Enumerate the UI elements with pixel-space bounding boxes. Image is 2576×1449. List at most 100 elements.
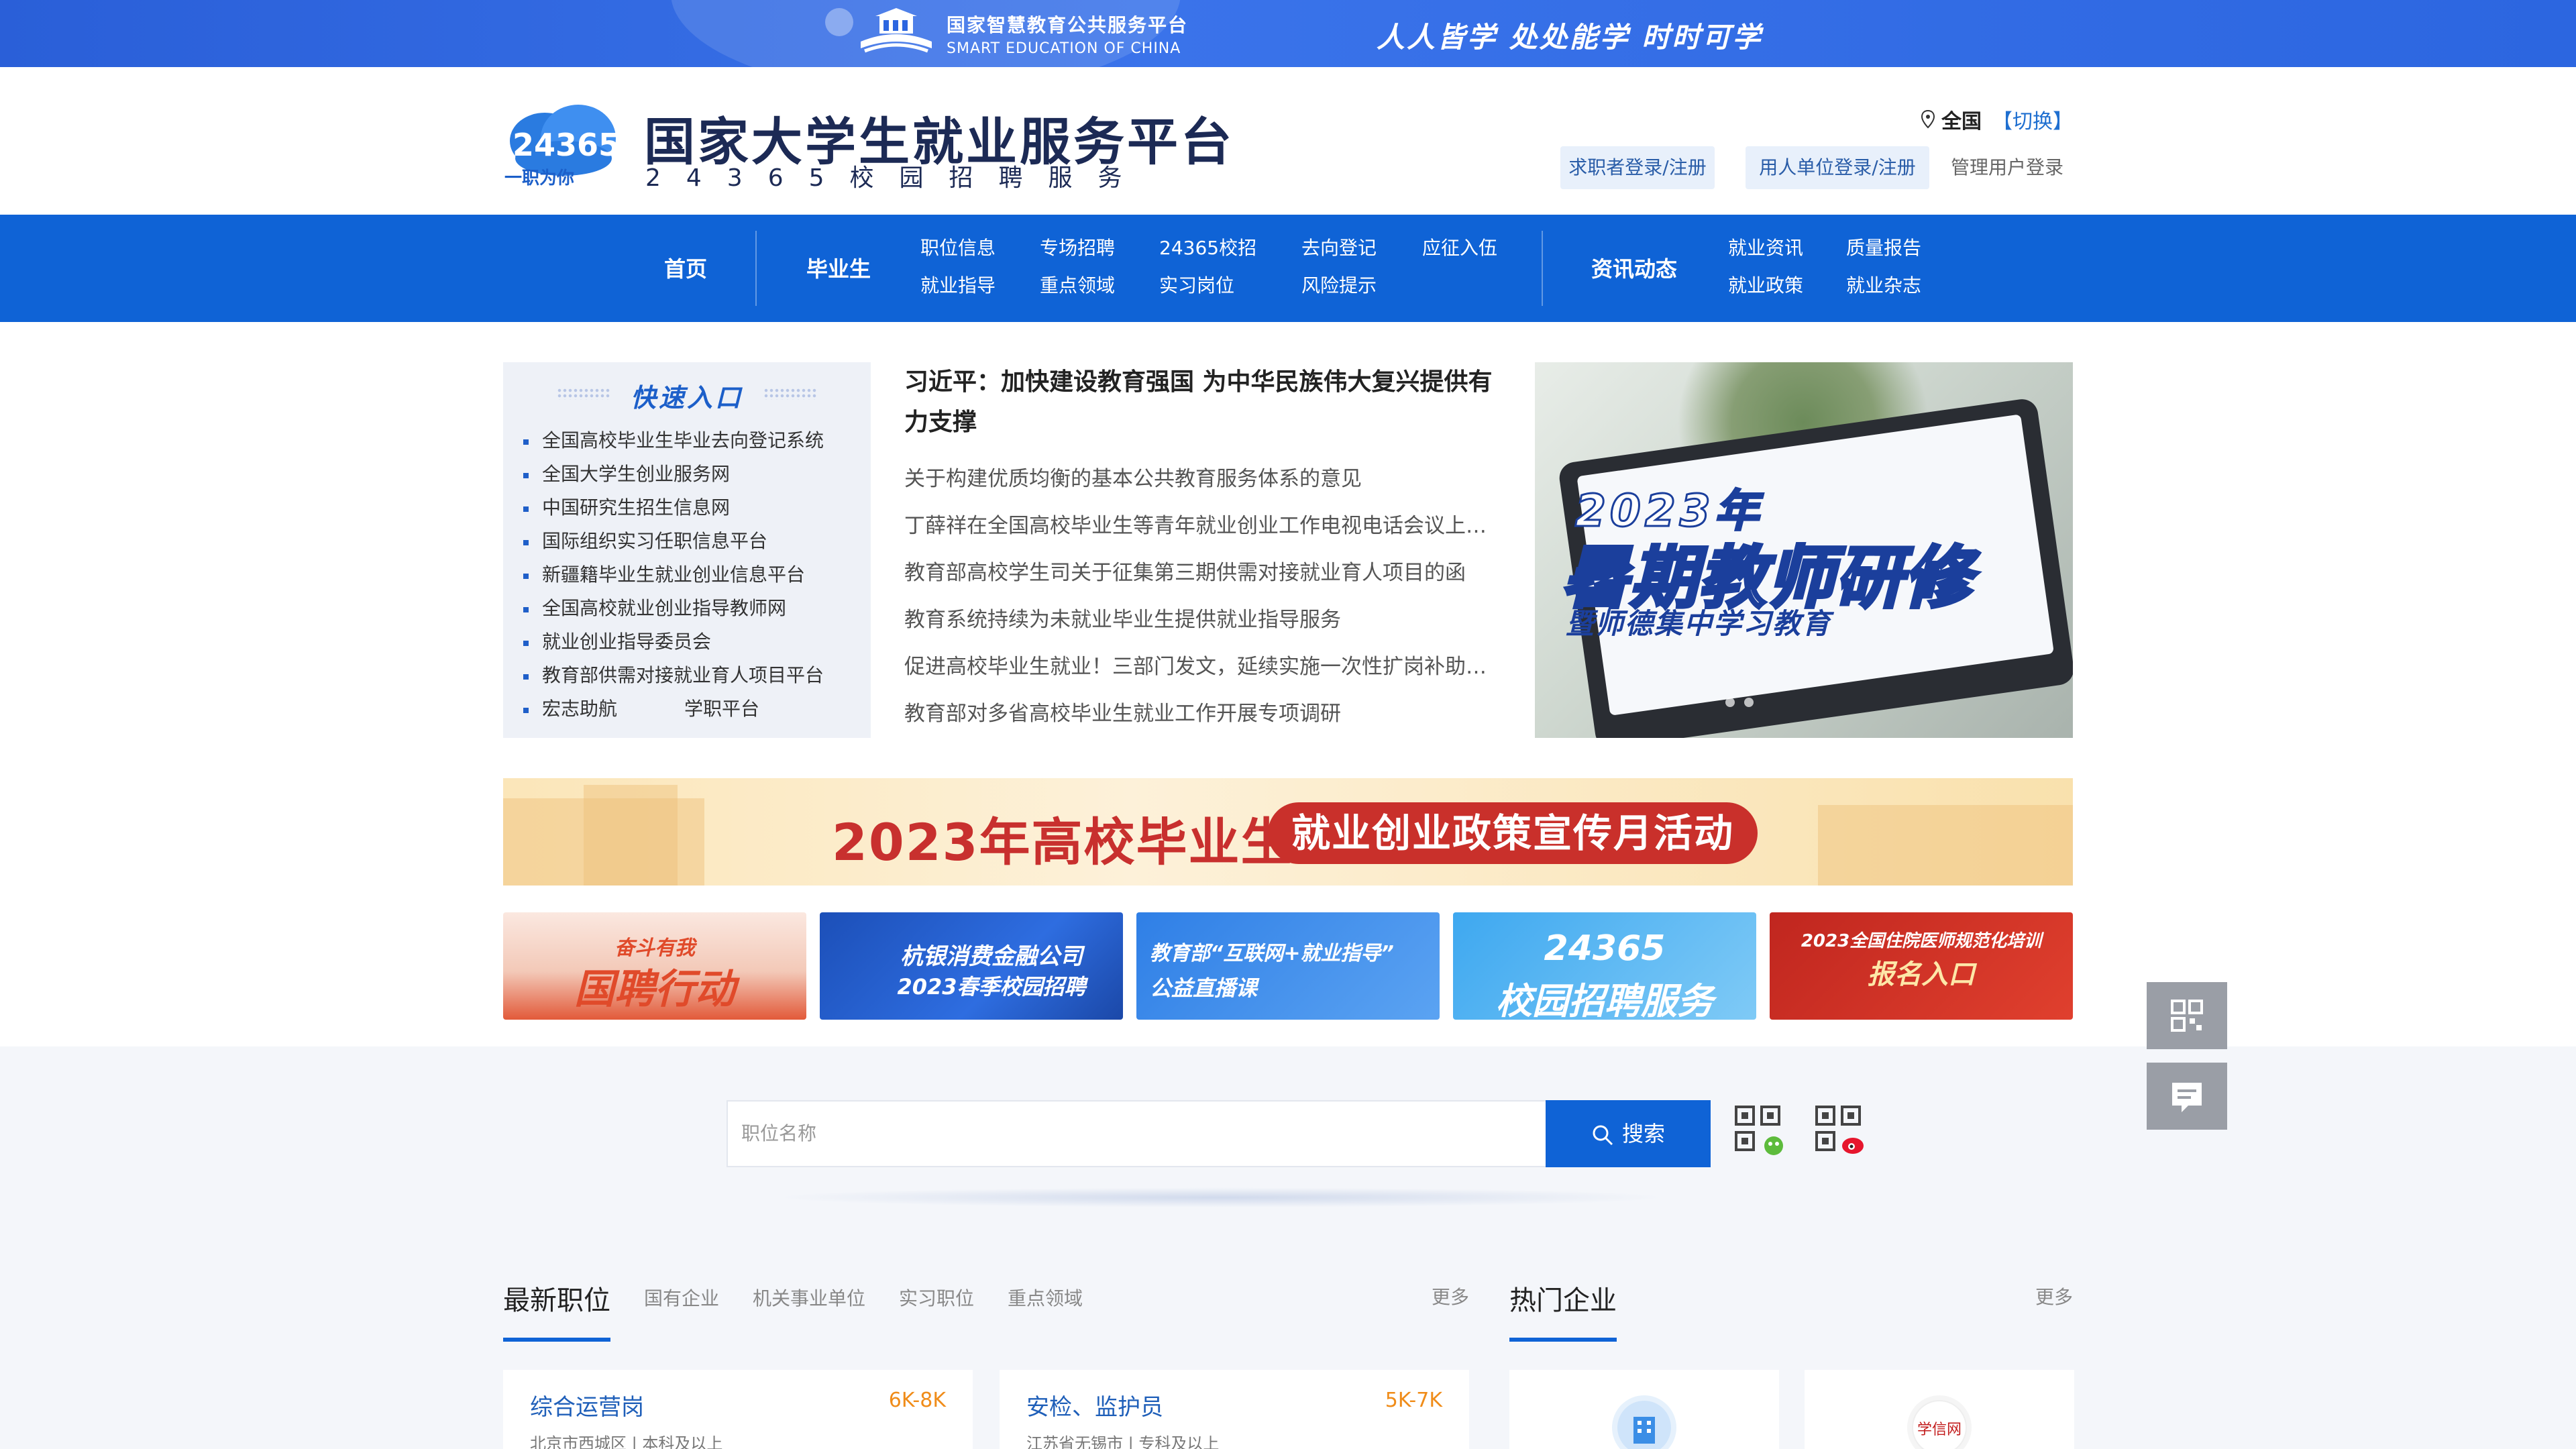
tab-internship[interactable]: 实习职位 bbox=[899, 1284, 974, 1311]
tab-institutions[interactable]: 机关事业单位 bbox=[753, 1284, 865, 1311]
company-card[interactable] bbox=[1509, 1370, 1779, 1449]
qr-code-icon bbox=[2171, 1000, 2203, 1032]
quick-entry-item[interactable]: 新疆籍毕业生就业创业信息平台 bbox=[519, 558, 824, 592]
tab-state-owned[interactable]: 国有企业 bbox=[644, 1284, 719, 1311]
quick-entry-title: 快速入口 bbox=[630, 383, 743, 413]
quick-entry-row: 宏志助航 学职平台 bbox=[519, 692, 824, 726]
quick-entry-item[interactable]: 教育部供需对接就业育人项目平台 bbox=[519, 659, 824, 692]
slogan: 人人皆学 处处能学 时时可学 bbox=[1377, 21, 1763, 54]
region-switch-link[interactable]: 【切换】 bbox=[1992, 105, 2073, 134]
search-button[interactable]: 搜索 bbox=[1546, 1100, 1711, 1167]
admin-login-link[interactable]: 管理用户登录 bbox=[1951, 146, 2063, 189]
company-card[interactable]: 学信网 bbox=[1805, 1370, 2074, 1449]
employer-login-button[interactable]: 用人单位登录/注册 bbox=[1746, 146, 1929, 189]
search-button-label: 搜索 bbox=[1621, 1121, 1665, 1146]
quick-entry-item[interactable]: 全国高校就业创业指导教师网 bbox=[519, 592, 824, 625]
seeker-login-button[interactable]: 求职者登录/注册 bbox=[1560, 146, 1715, 189]
news-item[interactable]: 教育部对多省高校毕业生就业工作开展专项调研 bbox=[904, 696, 1488, 727]
quick-entry-item[interactable]: 宏志助航 bbox=[519, 692, 661, 726]
tile-sub: 2023春季校园招聘 bbox=[897, 974, 1086, 1000]
carousel-dot[interactable] bbox=[1744, 698, 1754, 707]
nav-graduates[interactable]: 毕业生 bbox=[806, 252, 871, 283]
tile-sub: 公益直播课 bbox=[1150, 975, 1258, 1001]
quick-entry-item[interactable]: 国际组织实习任职信息平台 bbox=[519, 525, 824, 558]
nav-link-internship[interactable]: 实习岗位 bbox=[1159, 271, 1234, 298]
nav-link-key-areas[interactable]: 重点领域 bbox=[1040, 271, 1115, 298]
tile-sub: 校园招聘服务 bbox=[1496, 980, 1713, 1020]
job-card[interactable]: 综合运营岗 6K-8K 北京市西城区 | 本科及以上 bbox=[503, 1370, 973, 1449]
quick-entry-item[interactable]: 就业创业指导委员会 bbox=[519, 625, 824, 659]
news-item[interactable]: 教育系统持续为未就业毕业生提供就业指导服务 bbox=[904, 602, 1488, 633]
quick-entry-item[interactable]: 学职平台 bbox=[661, 692, 759, 726]
nav-link-jobs[interactable]: 职位信息 bbox=[920, 233, 996, 260]
quick-entry-item[interactable]: 全国大学生创业服务网 bbox=[519, 458, 824, 491]
float-feedback-button[interactable] bbox=[2147, 1063, 2227, 1130]
quick-entry-item[interactable]: 中国研究生招生信息网 bbox=[519, 491, 824, 525]
nav-link-employment-news[interactable]: 就业资讯 bbox=[1728, 233, 1803, 260]
tab-key-areas[interactable]: 重点领域 bbox=[1008, 1284, 1083, 1311]
job-salary: 6K-8K bbox=[888, 1389, 946, 1412]
nav-link-special[interactable]: 专场招聘 bbox=[1040, 233, 1115, 260]
tile-title: 2023全国住院医师规范化培训 bbox=[1801, 931, 2042, 951]
location-pin-icon bbox=[1921, 109, 1935, 129]
region-selector: 全国 【切换】 bbox=[1920, 105, 2073, 134]
float-qr-button[interactable] bbox=[2147, 982, 2227, 1049]
title-underline bbox=[1509, 1338, 1617, 1342]
promo-tile-guopin[interactable]: 奋斗有我 国聘行动 bbox=[503, 912, 806, 1020]
weibo-qr-icon[interactable] bbox=[1815, 1106, 1866, 1157]
tile-title: 24365 bbox=[1544, 928, 1666, 969]
job-salary: 5K-7K bbox=[1385, 1389, 1442, 1412]
decor-dot bbox=[825, 8, 853, 36]
job-title: 安检、监护员 bbox=[1026, 1394, 1163, 1421]
nav-link-destination[interactable]: 去向登记 bbox=[1301, 233, 1377, 260]
nav-link-quality-report[interactable]: 质量报告 bbox=[1846, 233, 1921, 260]
nav-link-guidance[interactable]: 就业指导 bbox=[920, 271, 996, 298]
job-title: 综合运营岗 bbox=[530, 1394, 644, 1421]
tile-title: 国聘行动 bbox=[574, 966, 735, 1013]
nav-link-magazine[interactable]: 就业杂志 bbox=[1846, 271, 1921, 298]
job-search-input[interactable]: 职位名称 bbox=[727, 1100, 1546, 1167]
nav-home[interactable]: 首页 bbox=[664, 252, 707, 283]
tile-title: 教育部“互联网+就业指导” bbox=[1150, 942, 1394, 965]
company-building-icon bbox=[1612, 1395, 1676, 1449]
nav-divider bbox=[1542, 231, 1543, 306]
company-logo-xuexin: 学信网 bbox=[1907, 1395, 1972, 1449]
nav-divider bbox=[755, 231, 757, 306]
promo-tile-hangyin[interactable]: 杭银消费金融公司 2023春季校园招聘 bbox=[820, 912, 1123, 1020]
top-strip: 国家智慧教育公共服务平台 SMART EDUCATION OF CHINA 人人… bbox=[0, 0, 2576, 67]
region-name: 全国 bbox=[1941, 110, 1982, 133]
news-item[interactable]: 促进高校毕业生就业！三部门发文，延续实施一次性扩岗补助政策 bbox=[904, 649, 1488, 680]
main-nav: 首页 毕业生 职位信息 专场招聘 24365校招 去向登记 应征入伍 就业指导 … bbox=[0, 215, 2576, 322]
nav-link-policy[interactable]: 就业政策 bbox=[1728, 271, 1803, 298]
latest-more-link[interactable]: 更多 bbox=[1432, 1283, 1469, 1309]
hot-more-link[interactable]: 更多 bbox=[2035, 1283, 2073, 1309]
book-icon bbox=[855, 7, 937, 60]
promo-tile-24365[interactable]: 24365 校园招聘服务 bbox=[1453, 912, 1756, 1020]
banner-title: 2023年高校毕业生 bbox=[832, 812, 1293, 872]
platform-name-cn: 国家智慧教育公共服务平台 bbox=[947, 13, 1189, 36]
carousel-dot[interactable] bbox=[1725, 698, 1735, 707]
promo-tile-medical[interactable]: 2023全国住院医师规范化培训 报名入口 bbox=[1770, 912, 2073, 1020]
header bbox=[0, 67, 2576, 215]
news-item[interactable]: 丁薛祥在全国高校毕业生等青年就业创业工作电视电话会议上强调 bbox=[904, 508, 1488, 539]
smart-education-logo[interactable]: 国家智慧教育公共服务平台 SMART EDUCATION OF CHINA bbox=[855, 5, 1188, 62]
job-card[interactable]: 安检、监护员 5K-7K 江苏省无锡市 | 专科及以上 bbox=[1000, 1370, 1469, 1449]
site-subtitle: 24365校园招聘服务 bbox=[645, 164, 1148, 192]
news-headline[interactable]: 习近平：加快建设教育强国 为中华民族伟大复兴提供有力支撑 bbox=[904, 362, 1501, 443]
news-item[interactable]: 关于构建优质均衡的基本公共教育服务体系的意见 bbox=[904, 462, 1488, 492]
news-item[interactable]: 教育部高校学生司关于征集第三期供需对接就业育人项目的函 bbox=[904, 555, 1488, 586]
tile-title: 杭银消费金融公司 bbox=[900, 943, 1083, 970]
nav-news[interactable]: 资讯动态 bbox=[1591, 252, 1677, 283]
quick-entry-item[interactable]: 全国高校毕业生毕业去向登记系统 bbox=[519, 424, 824, 458]
nav-link-risk[interactable]: 风险提示 bbox=[1301, 271, 1377, 298]
wechat-qr-icon[interactable] bbox=[1735, 1106, 1786, 1157]
policy-month-banner[interactable]: 2023年高校毕业生 就业创业政策宣传月活动 bbox=[503, 778, 2073, 885]
promo-tile-live[interactable]: 教育部“互联网+就业指导” 公益直播课 bbox=[1136, 912, 1440, 1020]
platform-name-en: SMART EDUCATION OF CHINA bbox=[947, 40, 1181, 57]
hero-banner[interactable]: 2023年 暑期教师研修 暨师德集中学习教育 bbox=[1535, 362, 2073, 738]
nav-link-enlist[interactable]: 应征入伍 bbox=[1422, 233, 1497, 260]
hero-line3: 暨师德集中学习教育 bbox=[1566, 607, 1832, 640]
quick-entry-panel: 快速入口 全国高校毕业生毕业去向登记系统 全国大学生创业服务网 中国研究生招生信… bbox=[503, 362, 871, 738]
nav-link-24365[interactable]: 24365校招 bbox=[1159, 233, 1256, 260]
site-logo[interactable]: 24365 一职为你 bbox=[503, 101, 623, 189]
